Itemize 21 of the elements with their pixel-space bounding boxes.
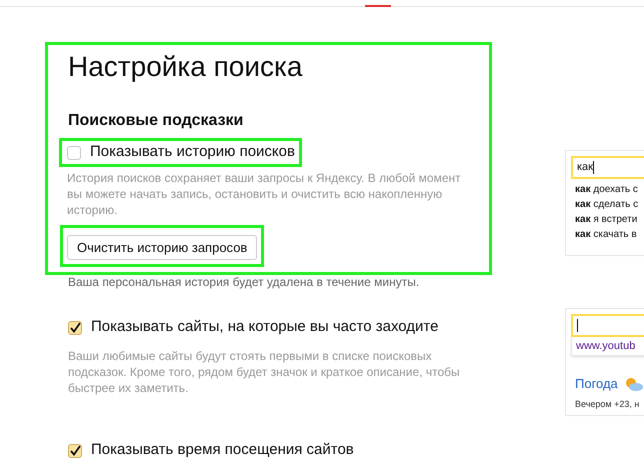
option-label: Показывать время посещения сайтов [91, 440, 354, 460]
clear-history-button[interactable]: Очистить историю запросов [67, 235, 258, 260]
suggestion-item[interactable]: как скачать в [571, 227, 644, 242]
suggestion-item[interactable]: как доехать с [571, 182, 644, 197]
option-description: История поисков сохраняет ваши запросы к Яндексу. В любой момент вы можете начать запись, остановить и очистить всю накопленную историю. [67, 170, 462, 218]
option-label: Показывать сайты, на которые вы часто заходите [91, 317, 438, 338]
page-title: Настройка поиска [68, 50, 304, 84]
checkbox[interactable] [68, 444, 82, 458]
text-cursor [592, 161, 594, 174]
search-query: как [577, 160, 593, 176]
section-heading: Поисковые подсказки [68, 111, 244, 131]
option-description: Ваши любимые сайты будут стоять первыми в списке поисковых подсказок. Кроме того, рядом будет значок и краткое описание, чтобы быстрее их заметить. [68, 348, 461, 396]
checkbox[interactable] [67, 146, 81, 160]
weather-forecast: Вечером +23, н [574, 398, 640, 411]
suggestion-item[interactable]: www.youtub [572, 337, 644, 355]
note-text: Ваша персональная история будет удалена в течение минуты. [68, 274, 420, 291]
suggestion-item[interactable]: как сделать с [571, 197, 644, 212]
checkbox[interactable] [68, 320, 82, 334]
text-cursor [577, 319, 578, 332]
suggestion-item[interactable]: как я встрети [571, 212, 644, 227]
option-label: Показывать историю поисков [90, 142, 295, 162]
